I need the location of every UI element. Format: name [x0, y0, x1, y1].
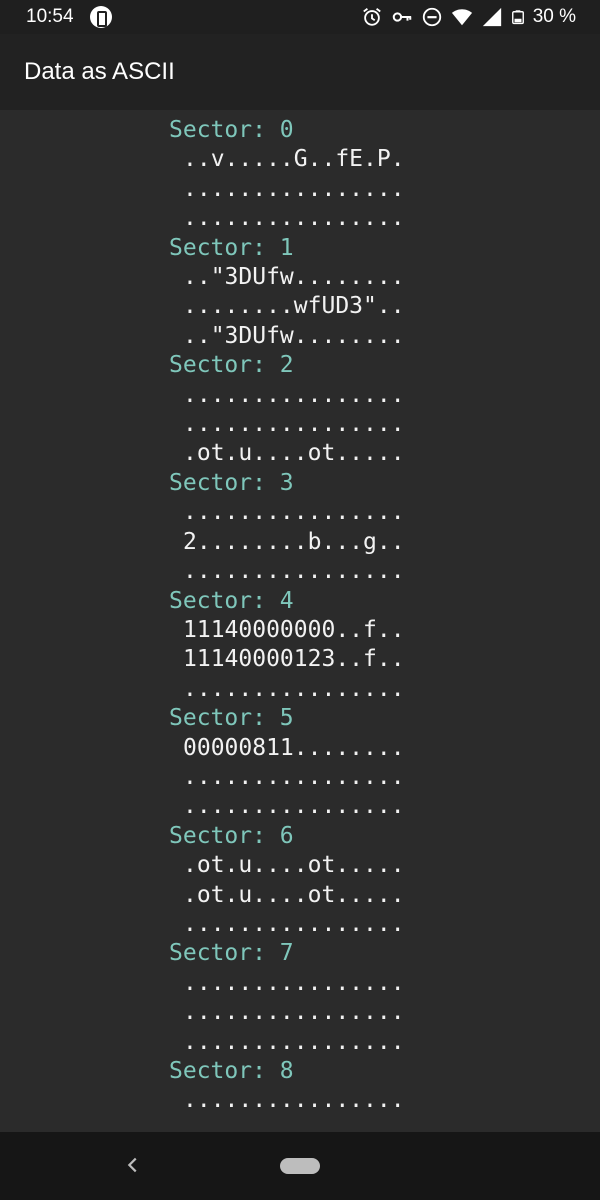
sector-block: Sector: 1 .."3DUfw........ ........wfUD3".… [169, 234, 405, 352]
sector-data-line: ................ [183, 558, 405, 585]
status-time: 10:54 [26, 6, 74, 27]
ascii-data-list[interactable]: Sector: 0 ..v.....G..fE.P................… [0, 110, 600, 1132]
sector-block: Sector: 0 ..v.....G..fE.P................… [169, 116, 405, 234]
status-bar: 10:54 30 % [0, 0, 600, 34]
sector-header: Sector: 7 [169, 940, 294, 967]
sector-data-line: 00000811........ [183, 734, 405, 761]
sector-data-line: 2........b...g.. [183, 528, 405, 555]
sector-data-line: ................ [183, 969, 405, 996]
sector-block: Sector: 3................ 2........b...g.… [169, 469, 405, 587]
app-notification-icon [90, 6, 112, 28]
vpn-key-icon [392, 12, 411, 22]
sector-block: Sector: 4 11140000000..f.. 11140000123..f.… [169, 587, 405, 705]
status-icons: 30 % [361, 5, 576, 29]
sector-block: Sector: 5 00000811.......................… [169, 704, 405, 822]
battery-icon [511, 10, 524, 25]
sector-data-line: .ot.u....ot..... [183, 440, 405, 467]
home-pill-icon[interactable] [280, 1158, 320, 1174]
sector-data-line: ................ [183, 381, 405, 408]
battery-percentage: 30 % [532, 6, 576, 27]
sector-header: Sector: 1 [169, 234, 294, 261]
sector-data-line: ................ [183, 910, 405, 937]
sector-data-line: ................ [183, 763, 405, 790]
navigation-bar [0, 1132, 600, 1200]
sector-header: Sector: 6 [169, 822, 294, 849]
page-title: Data as ASCII [24, 58, 175, 85]
sector-data-line: .ot.u....ot..... [183, 852, 405, 879]
sector-header: Sector: 4 [169, 587, 294, 614]
wifi-icon [451, 9, 472, 26]
sector-data-line: ................ [183, 175, 405, 202]
sector-block: Sector: 7...............................… [169, 939, 405, 1057]
sector-data-line: 11140000000..f.. [183, 616, 405, 643]
sector-block: Sector: 2...............................… [169, 351, 405, 469]
sector-data-line: ................ [183, 1028, 405, 1055]
sector-data-line: ................ [183, 499, 405, 526]
alarm-icon [362, 8, 381, 26]
sector-data-line: ..v.....G..fE.P. [183, 146, 405, 173]
sector-data-line: .."3DUfw........ [183, 264, 405, 291]
app-bar: Data as ASCII [0, 34, 600, 110]
do-not-disturb-icon [422, 7, 441, 27]
sector-list: Sector: 0 ..v.....G..fE.P................… [169, 116, 405, 1116]
sector-data-line: ................ [183, 999, 405, 1026]
sector-block: Sector: 8................ [169, 1057, 405, 1116]
sector-data-line: ................ [183, 1087, 405, 1114]
sector-header: Sector: 0 [169, 117, 294, 143]
sector-data-line: 11140000123..f.. [183, 646, 405, 673]
sector-data-line: ................ [183, 411, 405, 438]
sector-data-line: ........wfUD3".. [183, 293, 405, 320]
sector-data-line: ................ [183, 675, 405, 702]
sector-data-line: .."3DUfw........ [183, 322, 405, 349]
sector-header: Sector: 8 [169, 1058, 294, 1084]
sector-header: Sector: 5 [169, 705, 294, 732]
sector-header: Sector: 3 [169, 469, 294, 496]
sector-data-line: .ot.u....ot..... [183, 881, 405, 908]
sector-data-line: ................ [183, 793, 405, 820]
sector-block: Sector: 6 .ot.u....ot..... .ot.u....ot....… [169, 822, 405, 940]
signal-icon [482, 7, 501, 27]
back-icon[interactable] [122, 1154, 144, 1176]
sector-data-line: ................ [183, 205, 405, 232]
sector-header: Sector: 2 [169, 352, 294, 379]
